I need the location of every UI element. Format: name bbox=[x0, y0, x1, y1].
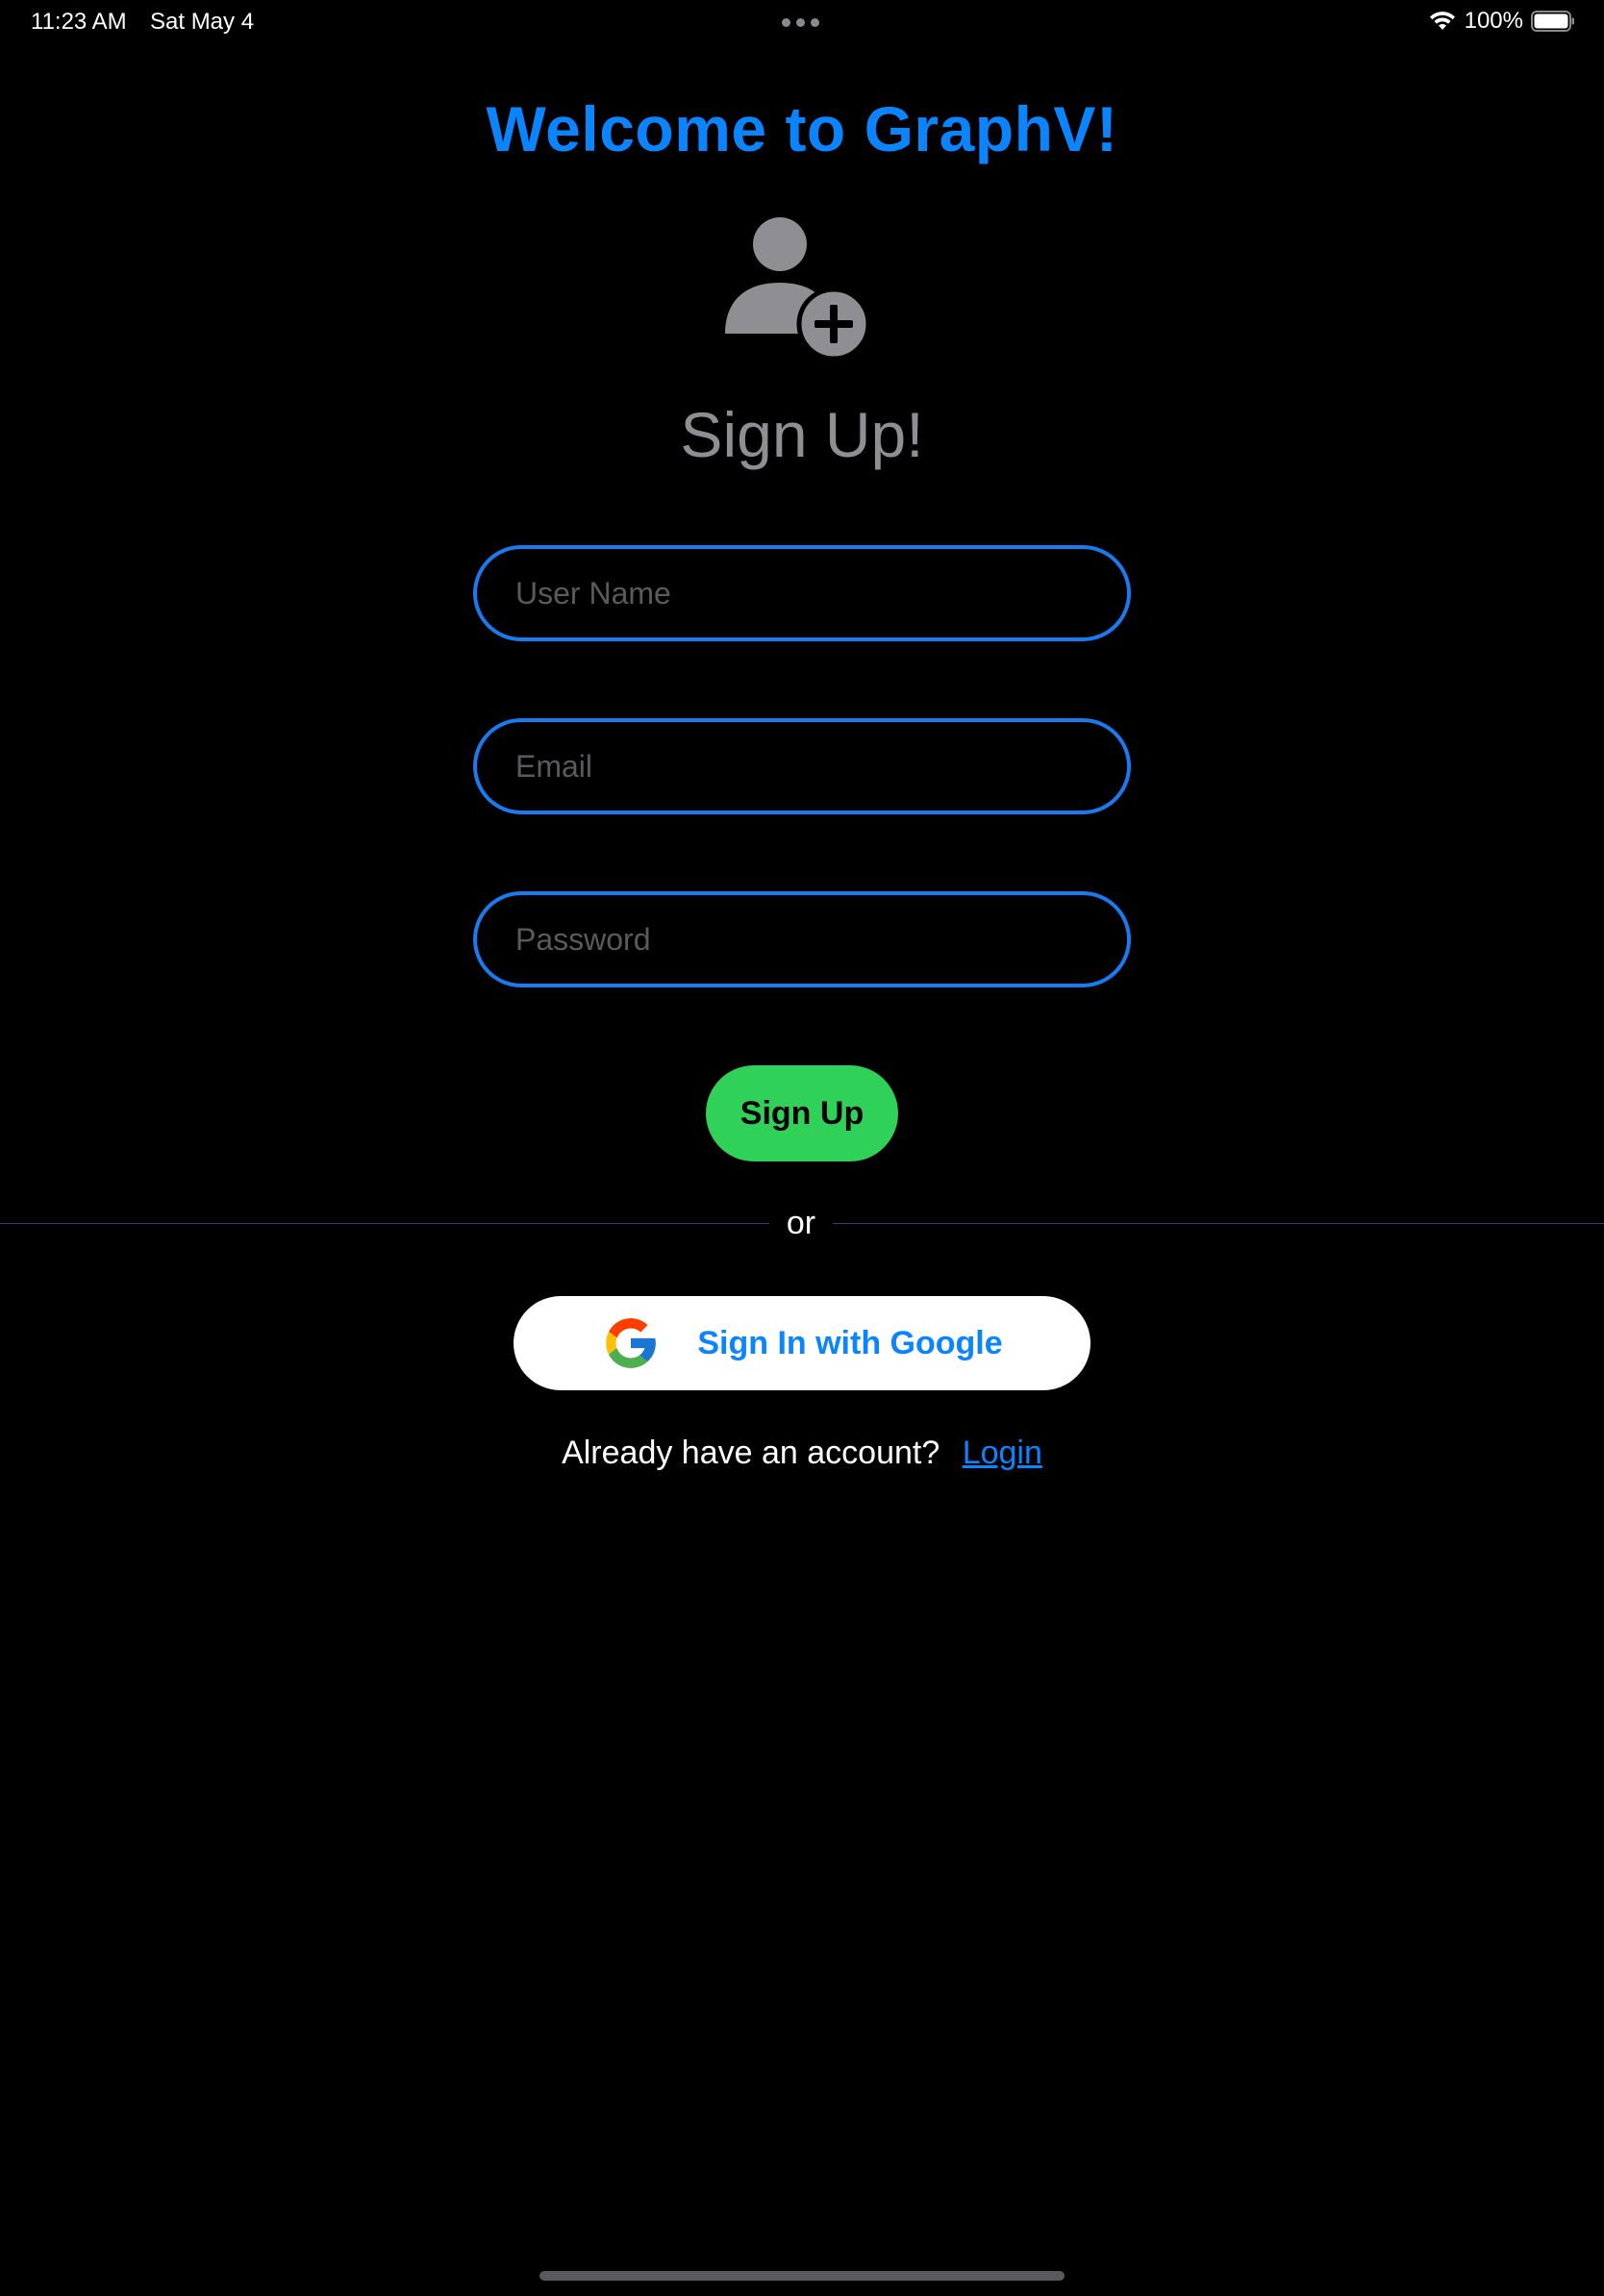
login-prompt-text: Already have an account? bbox=[562, 1435, 940, 1471]
status-indicators: 100% bbox=[1428, 8, 1575, 35]
google-sign-in-label: Sign In with Google bbox=[697, 1324, 1003, 1361]
person-add-icon bbox=[725, 217, 871, 360]
login-prompt-row: Already have an account? Login bbox=[0, 1435, 1604, 1472]
google-sign-in-button[interactable]: Sign In with Google bbox=[514, 1296, 1090, 1390]
status-bar: 11:23 AM Sat May 4 100% bbox=[0, 0, 1604, 46]
battery-percent: 100% bbox=[1464, 8, 1523, 34]
battery-icon bbox=[1531, 11, 1574, 32]
divider-line-left bbox=[0, 1223, 769, 1224]
status-date: Sat May 4 bbox=[150, 9, 255, 35]
google-logo-icon bbox=[606, 1318, 657, 1368]
username-field[interactable] bbox=[473, 545, 1131, 641]
or-label: or bbox=[786, 1205, 816, 1241]
signup-heading: Sign Up! bbox=[680, 399, 924, 470]
email-field[interactable] bbox=[473, 718, 1131, 814]
status-time: 11:23 AM bbox=[31, 9, 127, 35]
wifi-icon bbox=[1429, 12, 1455, 30]
sign-up-button[interactable]: Sign Up bbox=[706, 1065, 898, 1161]
password-field[interactable] bbox=[473, 891, 1131, 987]
multitasking-dots-icon[interactable] bbox=[782, 18, 819, 27]
divider-line-right bbox=[833, 1223, 1604, 1224]
login-link[interactable]: Login bbox=[963, 1435, 1042, 1471]
home-indicator[interactable] bbox=[539, 2271, 1065, 2281]
page-title: Welcome to GraphV! bbox=[486, 93, 1118, 164]
